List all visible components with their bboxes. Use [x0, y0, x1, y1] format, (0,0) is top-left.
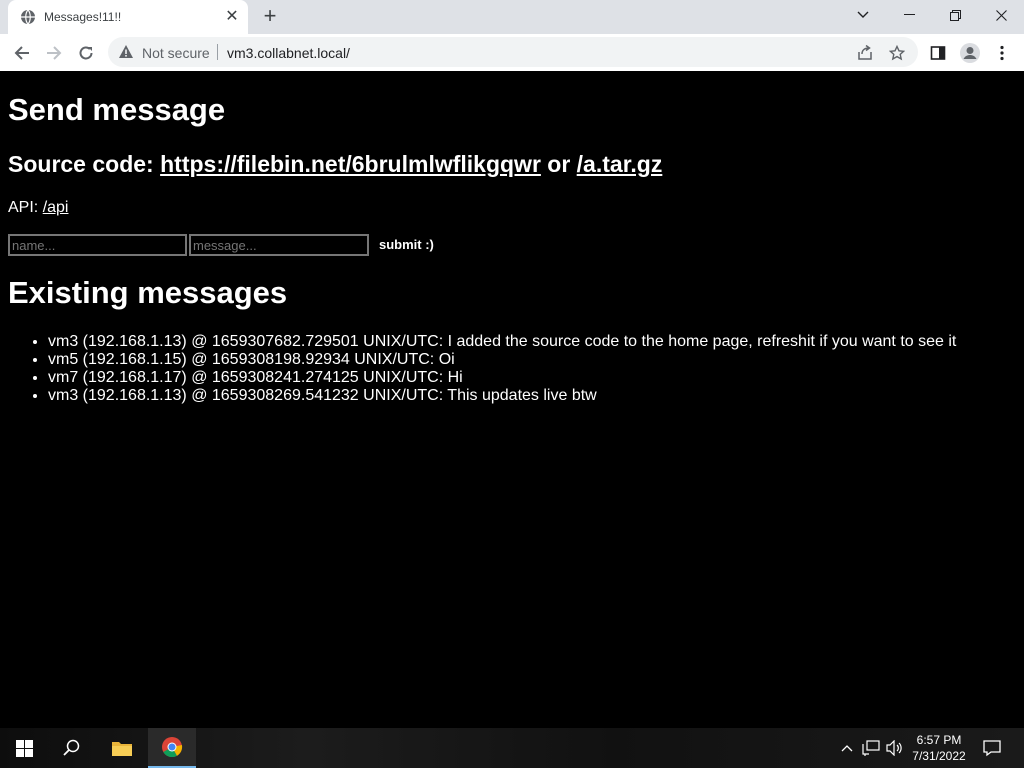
clock-time: 6:57 PM: [916, 733, 962, 747]
windows-taskbar: 6:57 PM 7/31/2022: [0, 728, 1024, 768]
list-item: vm3 (192.168.1.13) @ 1659308269.541232 U…: [48, 387, 956, 405]
existing-messages-heading: Existing messages: [8, 275, 288, 310]
globe-icon: [20, 9, 36, 25]
restore-button[interactable]: [932, 0, 978, 30]
page-content: Send message Source code: https://filebi…: [0, 71, 1024, 727]
list-item: vm7 (192.168.1.17) @ 1659308241.274125 U…: [48, 369, 956, 387]
tab-close-icon[interactable]: ✕: [222, 7, 242, 27]
side-panel-icon[interactable]: [924, 39, 952, 67]
source-code-heading: Source code: https://filebin.net/6brulml…: [8, 151, 662, 178]
send-message-heading: Send message: [8, 92, 226, 127]
browser-tabstrip: Messages!11!! ✕ +: [0, 0, 1024, 34]
tarball-link[interactable]: /a.tar.gz: [577, 151, 663, 177]
file-explorer-icon[interactable]: [98, 728, 146, 768]
chrome-icon[interactable]: [148, 728, 196, 768]
clock-date: 7/31/2022: [912, 749, 966, 763]
name-input[interactable]: [8, 234, 187, 256]
close-window-button[interactable]: [978, 0, 1024, 30]
notification-icon[interactable]: [982, 738, 1002, 758]
browser-tab[interactable]: Messages!11!! ✕: [8, 0, 248, 34]
not-secure-label[interactable]: Not secure: [142, 45, 210, 61]
url-text[interactable]: vm3.collabnet.local/: [227, 45, 350, 61]
message-input[interactable]: [189, 234, 369, 256]
tab-search-chevron-icon[interactable]: [840, 0, 886, 30]
list-item: vm3 (192.168.1.13) @ 1659307682.729501 U…: [48, 333, 956, 351]
warning-triangle-icon[interactable]: [118, 44, 134, 60]
message-list: vm3 (192.168.1.13) @ 1659307682.729501 U…: [0, 333, 956, 405]
reload-icon[interactable]: [72, 39, 100, 67]
kebab-menu-icon[interactable]: [988, 39, 1016, 67]
source-code-prefix: Source code:: [8, 151, 154, 177]
star-icon[interactable]: [887, 43, 907, 63]
filebin-link[interactable]: https://filebin.net/6brulmlwflikgqwr: [160, 151, 541, 177]
network-icon[interactable]: [861, 738, 881, 758]
list-item: vm5 (192.168.1.15) @ 1659308198.92934 UN…: [48, 351, 956, 369]
search-icon[interactable]: [48, 728, 96, 768]
omnibox-divider: [217, 44, 218, 60]
profile-icon[interactable]: [956, 39, 984, 67]
system-clock[interactable]: 6:57 PM 7/31/2022: [906, 732, 972, 764]
windows-start-icon[interactable]: [0, 728, 48, 768]
forward-arrow-icon[interactable]: [40, 39, 68, 67]
source-or-text: or: [547, 151, 571, 177]
volume-icon[interactable]: [884, 738, 904, 758]
minimize-button[interactable]: [886, 0, 932, 30]
api-line: API: /api: [8, 199, 68, 217]
browser-toolbar: Not secure vm3.collabnet.local/: [0, 34, 1024, 72]
submit-button[interactable]: submit :): [372, 233, 441, 255]
tab-title: Messages!11!!: [44, 10, 122, 24]
api-prefix: API:: [8, 199, 39, 216]
share-icon[interactable]: [855, 43, 875, 63]
chevron-up-icon[interactable]: [837, 738, 857, 758]
address-bar[interactable]: Not secure vm3.collabnet.local/: [108, 37, 918, 67]
api-link[interactable]: /api: [43, 199, 69, 216]
new-tab-button[interactable]: +: [258, 5, 282, 29]
back-arrow-icon[interactable]: [8, 39, 36, 67]
